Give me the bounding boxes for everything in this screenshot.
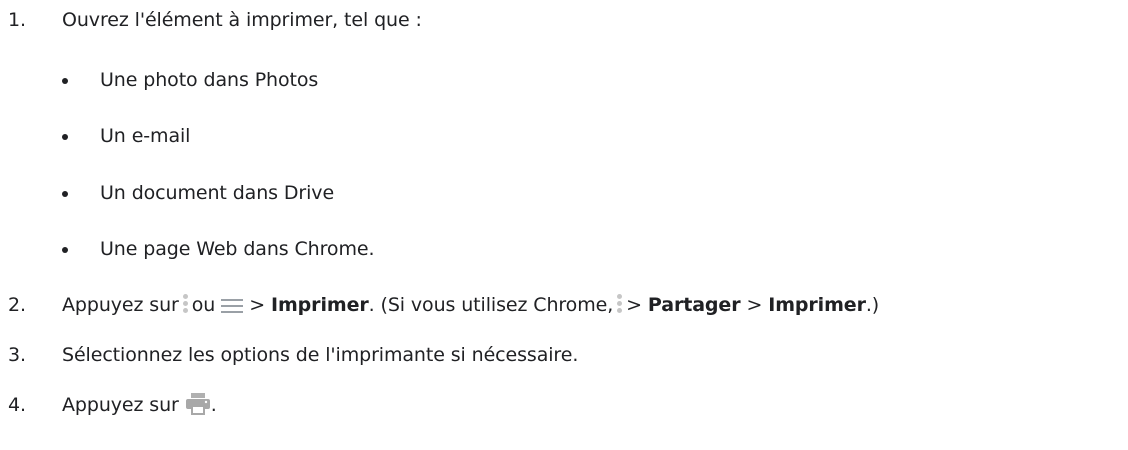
step-text-prefix: Appuyez sur (62, 394, 179, 416)
or-text: ou (191, 294, 216, 316)
list-item-text: Un document dans Drive (100, 182, 335, 204)
step-text-suffix: . (210, 394, 217, 416)
menu-icon (221, 297, 244, 313)
step-text: Sélectionnez les options de l'imprimante… (62, 344, 579, 366)
list-item-text: Une page Web dans Chrome. (100, 238, 375, 260)
step-number: 4. (8, 394, 26, 416)
bullet-icon (62, 247, 68, 253)
step-number: 2. (8, 294, 26, 316)
step-text: Appuyez sur ou > Imprimer. (Si vous utilis… (62, 290, 879, 320)
more-vert-icon (616, 293, 624, 315)
bullet-icon (62, 191, 68, 197)
list-item-text: Une photo dans Photos (100, 69, 319, 91)
menu-option-print: Imprimer (271, 294, 369, 316)
step-text-prefix: Appuyez sur (62, 294, 179, 316)
step-number: 1. (8, 9, 26, 31)
step-text: Ouvrez l'élément à imprimer, tel que : (62, 9, 422, 31)
print-icon (185, 392, 211, 416)
chrome-note: . (Si vous utilisez Chrome, (368, 294, 614, 316)
bullet-icon (62, 134, 68, 140)
step-number: 3. (8, 344, 26, 366)
list-item-text: Un e-mail (100, 125, 191, 147)
instructions-document: 1. Ouvrez l'élément à imprimer, tel que … (0, 0, 1128, 450)
step-text: Appuyez sur . (62, 390, 217, 420)
more-vert-icon (182, 293, 190, 315)
separator: > (249, 294, 266, 316)
bullet-icon (62, 78, 68, 84)
separator: > (626, 294, 642, 316)
chrome-note-end: .) (865, 294, 880, 316)
menu-option-print: Imprimer (768, 294, 866, 316)
separator: > (746, 294, 763, 316)
menu-option-share: Partager (647, 294, 741, 316)
